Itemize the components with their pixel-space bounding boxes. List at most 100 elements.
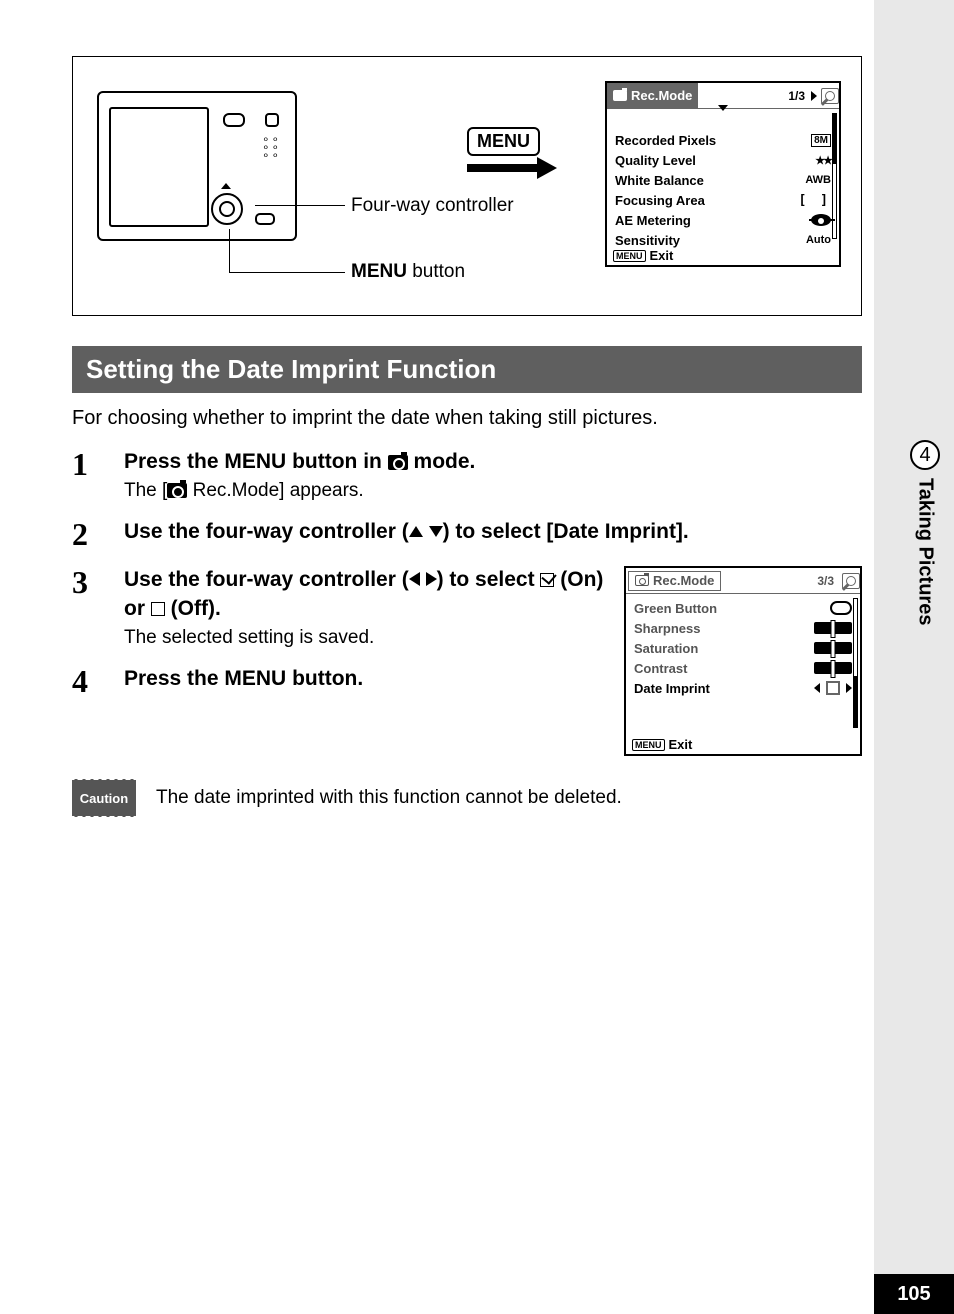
camera-button-top-right	[265, 113, 279, 127]
menu-row-contrast: Contrast	[634, 658, 852, 678]
down-arrow-icon	[429, 526, 443, 537]
chevron-down-icon	[718, 105, 728, 126]
caution-row: Caution The date imprinted with this fun…	[72, 780, 862, 816]
menu-badge-small-icon: MENU	[613, 250, 646, 262]
text: (Off).	[165, 597, 221, 620]
camera-screen	[109, 107, 209, 227]
lcd-screen-2: Rec.Mode 3/3 Green Button Sharpness	[624, 566, 862, 756]
up-arrow-icon	[409, 526, 423, 537]
content-area: ∘∘∘∘∘∘ Four-way controller MENU button M…	[72, 56, 862, 816]
label: Green Button	[634, 601, 717, 616]
checkbox-off-icon	[826, 681, 840, 695]
text: ) to select	[437, 568, 541, 591]
camera-mode-icon	[388, 455, 408, 470]
lcd-screen-1: Rec.Mode 1/3 Recorded Pixels 8M Quality …	[605, 81, 841, 267]
arrow-right-icon	[467, 159, 557, 177]
label: Focusing Area	[615, 193, 705, 208]
setup-tab-icon	[821, 88, 839, 104]
step-title: Press the MENU button in mode.	[124, 448, 862, 476]
caution-text: The date imprinted with this function ca…	[156, 787, 622, 809]
step-3: 3 Use the four-way controller ( ) to sel…	[72, 566, 604, 649]
lcd-tab-title: Rec.Mode	[631, 88, 692, 103]
text: Rec.Mode] appears.	[187, 480, 363, 501]
lcd-footer: MENU Exit	[632, 737, 692, 752]
section-label: Taking Pictures	[914, 478, 937, 625]
text: Press the	[124, 667, 224, 690]
lcd-body: Green Button Sharpness Saturation Contra…	[626, 594, 860, 700]
lcd-tab-row: Rec.Mode 3/3	[626, 568, 860, 594]
menu-row-sharpness: Sharpness	[634, 618, 852, 638]
menu-row-ae-metering: AE Metering	[615, 210, 831, 230]
section-tab: 4 Taking Pictures	[910, 440, 940, 625]
value-stars-icon: ★★	[815, 154, 831, 167]
camera-button-top-left	[223, 113, 245, 127]
step-number: 4	[72, 665, 100, 697]
setup-tab-icon	[842, 573, 860, 589]
focus-area-icon: [ ]	[799, 193, 831, 208]
scrollbar-thumb	[833, 114, 836, 164]
text: button	[407, 261, 465, 282]
label: Contrast	[634, 661, 687, 676]
step-number: 2	[72, 518, 100, 550]
checkbox-off-icon	[151, 602, 165, 616]
text: Press the	[124, 450, 224, 473]
lcd-tab-recmode: Rec.Mode	[607, 83, 698, 108]
slider-icon	[814, 622, 852, 634]
section-heading: Setting the Date Imprint Function	[72, 346, 862, 393]
value-8m-icon: 8M	[811, 134, 831, 147]
lcd-body: Recorded Pixels 8M Quality Level ★★ Whit…	[607, 126, 839, 252]
menu-row-sensitivity: Sensitivity Auto	[615, 230, 831, 250]
scrollbar	[832, 113, 837, 239]
green-button-icon	[830, 601, 852, 615]
menu-badge-small-icon: MENU	[632, 739, 665, 751]
camera-icon	[613, 90, 627, 101]
leader-line	[229, 272, 345, 273]
text: Use the four-way controller (	[124, 520, 409, 543]
diagram-box: ∘∘∘∘∘∘ Four-way controller MENU button M…	[72, 56, 862, 316]
camera-mode-icon	[167, 483, 187, 498]
lcd-page-indicator: 1/3	[788, 89, 809, 103]
exit-label: Exit	[650, 248, 674, 263]
section-number: 4	[910, 440, 940, 470]
scrollbar	[853, 598, 858, 728]
wrench-icon	[844, 574, 858, 588]
step-1: 1 Press the MENU button in mode. The [ R…	[72, 448, 862, 502]
dpad-up-icon	[221, 183, 231, 189]
text: Use the four-way controller (	[124, 568, 409, 591]
wrench-icon	[823, 88, 837, 102]
lcd-tab-title: Rec.Mode	[653, 573, 714, 588]
camera-illustration: ∘∘∘∘∘∘	[97, 91, 297, 241]
camera-button-bottom-right	[255, 213, 275, 225]
slider-icon	[814, 662, 852, 674]
exit-label: Exit	[669, 737, 693, 752]
intro-text: For choosing whether to imprint the date…	[72, 407, 862, 430]
text: ) to select [Date Imprint].	[443, 520, 689, 543]
menu-badge-icon: MENU	[467, 127, 540, 156]
text: The [	[124, 480, 167, 501]
step-number: 3	[72, 566, 100, 649]
text: button in	[286, 450, 387, 473]
menu-row-white-balance: White Balance AWB	[615, 170, 831, 190]
fourway-controller-label: Four-way controller	[351, 195, 514, 217]
page-sidebar: 4 Taking Pictures	[874, 0, 954, 1314]
menu-word: MENU	[351, 261, 407, 282]
value: AWB	[805, 174, 831, 186]
label: Sensitivity	[615, 233, 680, 248]
menu-word: MENU	[224, 667, 286, 690]
text: mode.	[408, 450, 476, 473]
step-number: 1	[72, 448, 100, 502]
step-title: Press the MENU button.	[124, 665, 604, 693]
label: Date Imprint	[634, 681, 710, 696]
label: Recorded Pixels	[615, 133, 716, 148]
menu-row-quality-level: Quality Level ★★	[615, 150, 831, 170]
label: Sharpness	[634, 621, 700, 636]
label: AE Metering	[615, 213, 691, 228]
checkbox-on-icon	[540, 573, 554, 587]
label: Saturation	[634, 641, 698, 656]
value: Auto	[806, 234, 831, 246]
slider-icon	[814, 642, 852, 654]
label: White Balance	[615, 173, 704, 188]
menu-word: MENU	[224, 450, 286, 473]
left-arrow-icon	[409, 572, 420, 586]
step-subtext: The [ Rec.Mode] appears.	[124, 480, 862, 502]
